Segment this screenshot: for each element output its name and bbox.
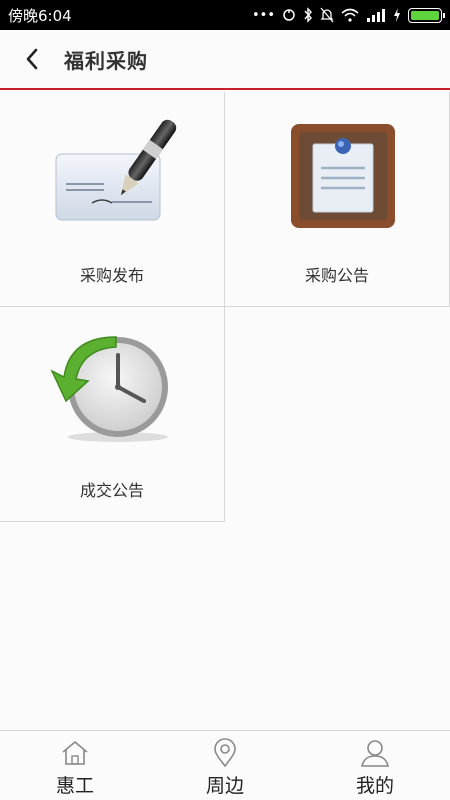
page-title: 福利采购 bbox=[64, 48, 148, 73]
mute-icon bbox=[320, 7, 334, 23]
bluetooth-icon bbox=[303, 7, 313, 23]
grid-item-purchase-notice[interactable]: 采购公告 bbox=[225, 92, 450, 307]
status-icons: ••• bbox=[251, 7, 445, 23]
battery-icon bbox=[408, 7, 445, 23]
grid-item-label: 采购发布 bbox=[79, 266, 144, 285]
signal-icon bbox=[366, 8, 386, 22]
charging-icon bbox=[393, 8, 401, 22]
grid-item-deal-notice[interactable]: 成交公告 bbox=[0, 307, 225, 522]
home-icon bbox=[62, 740, 88, 765]
grid-item-label: 采购公告 bbox=[304, 266, 369, 285]
more-dots-icon: ••• bbox=[251, 7, 275, 23]
tab-mine[interactable]: 我的 bbox=[300, 731, 450, 800]
location-pin-icon bbox=[214, 738, 236, 768]
back-button[interactable] bbox=[0, 29, 64, 89]
bottom-tab-bar: 惠工 周边 我的 bbox=[0, 730, 450, 800]
app-header: 福利采购 bbox=[0, 30, 450, 90]
tab-label: 周边 bbox=[205, 775, 244, 797]
battery-level bbox=[411, 10, 439, 20]
clock-arrow-icon bbox=[50, 336, 168, 442]
grid-item-purchase-release[interactable]: 采购发布 bbox=[0, 92, 225, 307]
tab-huigong[interactable]: 惠工 bbox=[0, 731, 150, 800]
tab-label: 惠工 bbox=[55, 775, 94, 797]
tab-nearby[interactable]: 周边 bbox=[150, 731, 300, 800]
tab-label: 我的 bbox=[355, 775, 394, 797]
chevron-left-icon bbox=[26, 48, 38, 70]
status-bar: 傍晚6:04 ••• bbox=[0, 0, 450, 30]
status-time: 傍晚6:04 bbox=[8, 6, 72, 25]
grid-item-label: 成交公告 bbox=[79, 481, 144, 500]
sync-icon bbox=[282, 8, 296, 22]
wifi-icon bbox=[341, 8, 359, 22]
user-icon bbox=[360, 740, 390, 767]
pen-check-icon bbox=[55, 119, 177, 221]
notice-board-icon bbox=[291, 124, 395, 228]
